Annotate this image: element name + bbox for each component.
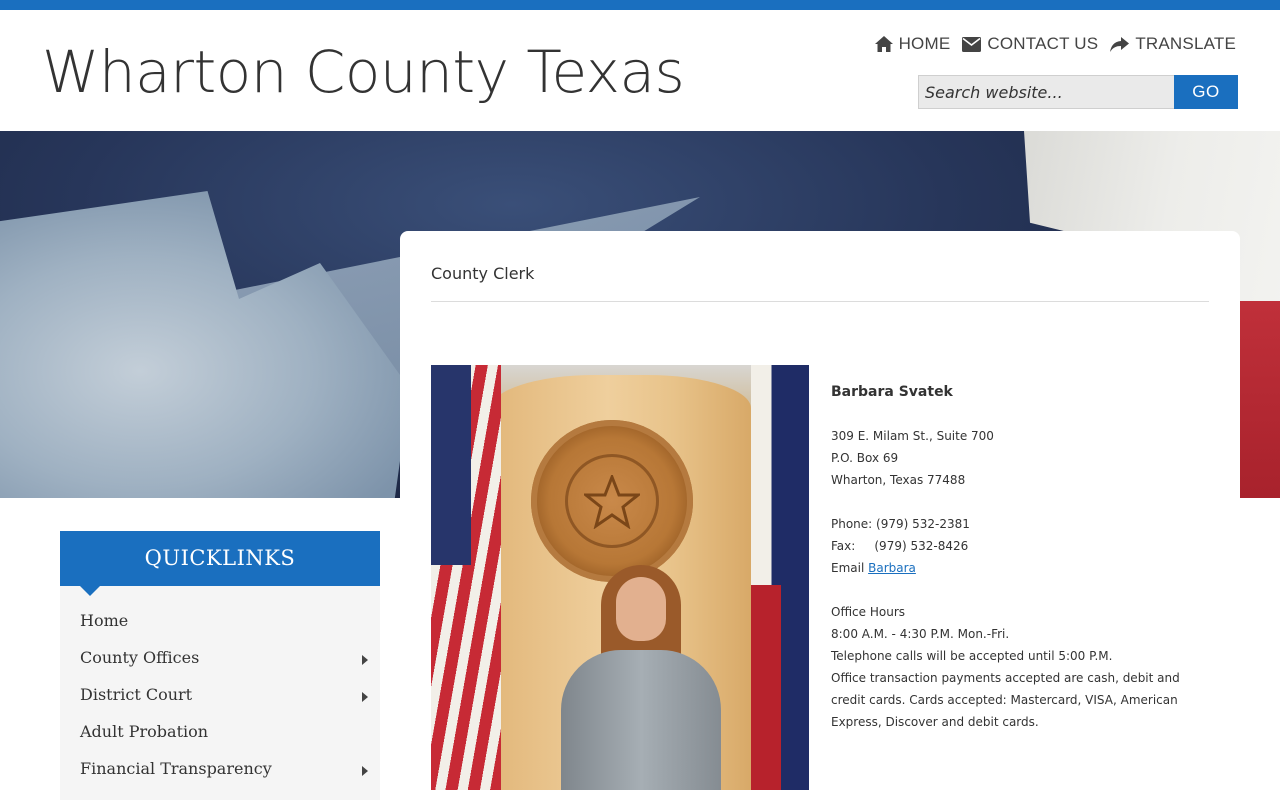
- address-line: P.O. Box 69: [831, 451, 899, 465]
- clerk-contact-info: Barbara Svatek 309 E. Milam St., Suite 7…: [831, 381, 1211, 755]
- clerk-photo: [431, 365, 809, 790]
- share-icon: [1110, 36, 1130, 52]
- chevron-right-icon: [362, 692, 368, 702]
- office-hours: Office Hours 8:00 A.M. - 4:30 P.M. Mon.-…: [831, 601, 1211, 733]
- quicklink-label: County Offices: [80, 648, 200, 667]
- home-icon: [874, 36, 893, 52]
- quicklinks-title: QUICKLINKS: [144, 546, 296, 570]
- search-input[interactable]: [918, 75, 1174, 109]
- quicklink-county-offices[interactable]: County Offices: [60, 641, 380, 678]
- quicklink-label: Financial Transparency: [80, 759, 272, 778]
- address-line: Wharton, Texas 77488: [831, 473, 966, 487]
- title-divider: [431, 301, 1209, 302]
- chevron-right-icon: [362, 655, 368, 665]
- quicklink-adult-probation[interactable]: Adult Probation: [60, 715, 380, 752]
- quicklink-financial-transparency[interactable]: Financial Transparency: [60, 752, 380, 789]
- header-pointer: [80, 586, 100, 596]
- address-line: 309 E. Milam St., Suite 700: [831, 429, 994, 443]
- clerk-portrait: [561, 565, 721, 790]
- star-icon: [584, 475, 640, 529]
- hours-line: Telephone calls will be accepted until 5…: [831, 649, 1113, 663]
- nav-contact-label: CONTACT US: [987, 34, 1099, 53]
- texas-flag-image: [751, 365, 809, 790]
- nav-translate-label: TRANSLATE: [1135, 34, 1236, 53]
- clerk-name: Barbara Svatek: [831, 384, 953, 400]
- clerk-address: 309 E. Milam St., Suite 700 P.O. Box 69 …: [831, 425, 1211, 491]
- texas-seal-image: [531, 420, 693, 582]
- top-accent-bar: [0, 0, 1280, 10]
- search-form: GO: [918, 75, 1238, 109]
- nav-home-label: HOME: [898, 34, 951, 53]
- main-content-card: County Clerk Barbara Svatek 309 E. Milam…: [400, 231, 1240, 800]
- clerk-contacts: Phone: (979) 532-2381 Fax: (979) 532-842…: [831, 513, 1211, 579]
- page-title: County Clerk: [431, 264, 535, 283]
- top-navigation: HOME CONTACT US TRANSLATE: [874, 34, 1236, 54]
- quicklink-label: Home: [80, 611, 129, 630]
- quicklink-label: Adult Probation: [80, 722, 209, 741]
- us-flag-image: [431, 365, 501, 790]
- quicklinks-sidebar: QUICKLINKS Home County Offices District …: [60, 531, 380, 800]
- quicklinks-header: QUICKLINKS: [60, 531, 380, 596]
- email-label: Email: [831, 561, 869, 575]
- quicklinks-list: Home County Offices District Court Adult…: [60, 586, 380, 789]
- hours-line: Office transaction payments accepted are…: [831, 671, 1180, 729]
- nav-home-link[interactable]: HOME: [874, 34, 951, 54]
- nav-contact-link[interactable]: CONTACT US: [962, 34, 1098, 54]
- nav-translate-link[interactable]: TRANSLATE: [1110, 34, 1236, 54]
- site-title[interactable]: Wharton County Texas: [42, 38, 685, 106]
- quicklink-district-court[interactable]: District Court: [60, 678, 380, 715]
- search-go-button[interactable]: GO: [1174, 75, 1238, 109]
- hours-line: 8:00 A.M. - 4:30 P.M. Mon.-Fri.: [831, 627, 1010, 641]
- phone-number: Phone: (979) 532-2381: [831, 517, 970, 531]
- site-header: Wharton County Texas HOME CONTACT US TRA…: [0, 10, 1280, 131]
- fax-number: Fax: (979) 532-8426: [831, 539, 969, 553]
- quicklink-label: District Court: [80, 685, 193, 704]
- envelope-icon: [962, 36, 982, 52]
- quicklink-home[interactable]: Home: [60, 604, 380, 641]
- hours-heading: Office Hours: [831, 605, 905, 619]
- chevron-right-icon: [362, 766, 368, 776]
- email-link[interactable]: Barbara: [868, 561, 916, 575]
- email-line: Email Barbara: [831, 557, 1211, 579]
